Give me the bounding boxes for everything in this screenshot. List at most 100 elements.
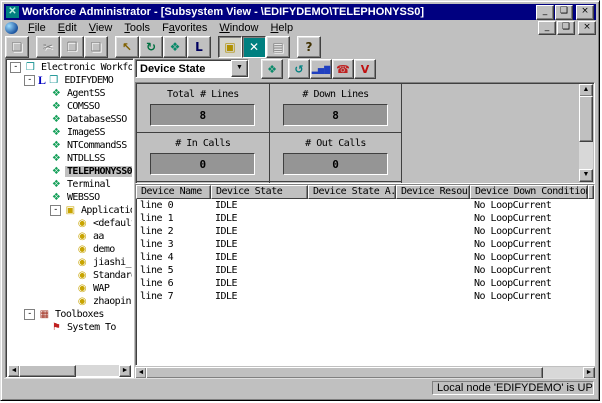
column-header-device-down-condition[interactable]: Device Down Condition	[470, 185, 588, 199]
main-area: -❒Electronic Workfor-L❒EDIFYDEMO❖AgentSS…	[4, 58, 596, 378]
cut-button[interactable]: ✂	[36, 36, 60, 58]
expander-icon[interactable]: -	[24, 75, 35, 86]
table-row-line-2[interactable]: line 2IDLENo LoopCurrent	[136, 225, 594, 238]
tree-item-label: Application	[79, 205, 132, 216]
tree-item-system-to[interactable]: ⚑System To	[8, 321, 132, 334]
tree-item-label: ImageSS	[65, 127, 107, 138]
menu-help[interactable]: Help	[264, 22, 299, 34]
stat-value: 8	[150, 104, 255, 126]
menu-file[interactable]: File	[22, 22, 52, 34]
tree-item-toolboxes[interactable]: -▦Toolboxes	[8, 308, 132, 321]
tree-item-comsso[interactable]: ❖COMSSO	[8, 100, 132, 113]
log-viewer-icon: L	[195, 40, 203, 54]
paste-button[interactable]: ❑	[84, 36, 108, 58]
select-pointer-icon: ↖	[122, 40, 132, 54]
menu-window[interactable]: Window	[213, 22, 264, 34]
tree-item-websso[interactable]: ❖WEBSSO	[8, 191, 132, 204]
cell: IDLE	[211, 238, 308, 251]
tree-item-edifydemo[interactable]: -L❒EDIFYDEMO	[8, 74, 132, 87]
tree-item-application[interactable]: -▣Application	[8, 204, 132, 217]
table-row-line-3[interactable]: line 3IDLENo LoopCurrent	[136, 238, 594, 251]
scroll-thumb[interactable]	[19, 365, 76, 377]
tree-item-electronic-workfor[interactable]: -❒Electronic Workfor	[8, 61, 132, 74]
column-header-device-state-a[interactable]: Device State A...	[308, 185, 396, 199]
tree-item-terminal[interactable]: ❖Terminal	[8, 178, 132, 191]
tree-item-default[interactable]: ◉<default>	[8, 217, 132, 230]
expander-icon[interactable]: -	[24, 309, 35, 320]
menu-favorites[interactable]: Favorites	[156, 22, 213, 34]
stats-vertical-scrollbar[interactable]: ▲ ▼	[579, 84, 593, 182]
tree-horizontal-scrollbar[interactable]: ◄ ►	[8, 365, 131, 376]
tree-item-agentss[interactable]: ❖AgentSS	[8, 87, 132, 100]
application-view-button[interactable]: ▣	[218, 36, 242, 58]
tree-item-databasesso[interactable]: ❖DatabaseSSO	[8, 113, 132, 126]
validate-button[interactable]: V	[354, 59, 376, 79]
tree-item-ntcommandss[interactable]: ❖NTCommandSS	[8, 139, 132, 152]
copy-button[interactable]: ❐	[60, 36, 84, 58]
tree-item-ntdllss[interactable]: ❖NTDLLSS	[8, 152, 132, 165]
table-horizontal-scrollbar[interactable]: ◄ ►	[135, 367, 595, 378]
table-row-line-5[interactable]: line 5IDLENo LoopCurrent	[136, 264, 594, 277]
select-pointer-button[interactable]: ↖	[115, 36, 139, 58]
app-icon: ◉	[76, 270, 88, 281]
table-row-line-0[interactable]: line 0IDLENo LoopCurrent	[136, 199, 594, 212]
menu-edit[interactable]: Edit	[52, 22, 83, 34]
view-combobox[interactable]: Device State ▼	[135, 59, 249, 78]
expander-icon[interactable]: -	[10, 62, 21, 73]
minimize-button[interactable]: _	[536, 5, 554, 20]
help-button[interactable]: ?	[297, 36, 321, 58]
stat-out-calls: # Out Calls0	[270, 133, 403, 182]
tree-item-label: <default>	[91, 218, 132, 229]
chart-view-icon: ▂▅▇	[312, 65, 330, 74]
table-row-line-1[interactable]: line 1IDLENo LoopCurrent	[136, 212, 594, 225]
tree-item-standard[interactable]: ◉Standard	[8, 269, 132, 282]
subsystem-monitor-button[interactable]: ❖	[163, 36, 187, 58]
menu-view[interactable]: View	[83, 22, 119, 34]
restore-button[interactable]: ❏	[555, 5, 573, 20]
tree-item-demo[interactable]: ◉demo	[8, 243, 132, 256]
status-bar: Local node 'EDIFYDEMO' is UP	[4, 378, 596, 397]
scroll-thumb[interactable]	[579, 96, 593, 142]
new-button[interactable]: ❏	[5, 36, 29, 58]
document-icon[interactable]	[5, 22, 18, 34]
table-row-line-6[interactable]: line 6IDLENo LoopCurrent	[136, 277, 594, 290]
tree-item-telephonyss0[interactable]: ❖TELEPHONYSS0	[8, 165, 132, 178]
cell: IDLE	[211, 225, 308, 238]
menu-tools[interactable]: Tools	[118, 22, 156, 34]
child-close-button[interactable]: ×	[578, 21, 596, 35]
table-row-line-7[interactable]: line 7IDLENo LoopCurrent	[136, 290, 594, 303]
tree-item-label: Toolboxes	[53, 309, 106, 320]
child-minimize-button[interactable]: _	[538, 21, 556, 35]
title-bar[interactable]: ✕ Workforce Administrator - [Subsystem V…	[4, 4, 596, 20]
stats-filler	[535, 84, 579, 182]
chart-view-button[interactable]: ▂▅▇	[310, 59, 332, 79]
tree-item-imagess[interactable]: ❖ImageSS	[8, 126, 132, 139]
log-viewer-button[interactable]: L	[187, 36, 211, 58]
print-button[interactable]: ▤	[266, 36, 290, 58]
phone-monitor-button[interactable]: ☎	[332, 59, 354, 79]
refresh-button[interactable]: ↻	[139, 36, 163, 58]
column-header-device-resou[interactable]: Device Resou...	[396, 185, 470, 199]
tree-item-zhaopin[interactable]: ◉zhaopin	[8, 295, 132, 308]
tree-item-aa[interactable]: ◉aa	[8, 230, 132, 243]
stat-label: Total # Lines	[167, 89, 239, 100]
tree-item-jiashi-sc[interactable]: ◉jiashi_sc	[8, 256, 132, 269]
close-button[interactable]: ×	[576, 5, 594, 20]
cell: line 4	[136, 251, 211, 264]
monitor-subsystem-button[interactable]: ❖	[261, 59, 283, 79]
cell	[588, 225, 594, 238]
child-restore-button[interactable]: ❏	[557, 21, 575, 35]
column-header-item[interactable]	[588, 185, 594, 199]
cell: line 1	[136, 212, 211, 225]
scroll-down-icon[interactable]: ▼	[579, 169, 593, 182]
expander-icon[interactable]: -	[50, 205, 61, 216]
column-header-device-name[interactable]: Device Name	[136, 185, 211, 199]
combobox-dropdown-icon[interactable]: ▼	[231, 60, 248, 77]
table-row-line-4[interactable]: line 4IDLENo LoopCurrent	[136, 251, 594, 264]
app-logo-icon: ✕	[6, 6, 19, 18]
tree-item-wap[interactable]: ◉WAP	[8, 282, 132, 295]
refresh-view-button[interactable]: ↺	[288, 59, 310, 79]
scroll-right-icon[interactable]: ►	[119, 365, 131, 377]
workforce-view-button[interactable]: ✕	[242, 36, 266, 58]
column-header-device-state[interactable]: Device State	[211, 185, 308, 199]
